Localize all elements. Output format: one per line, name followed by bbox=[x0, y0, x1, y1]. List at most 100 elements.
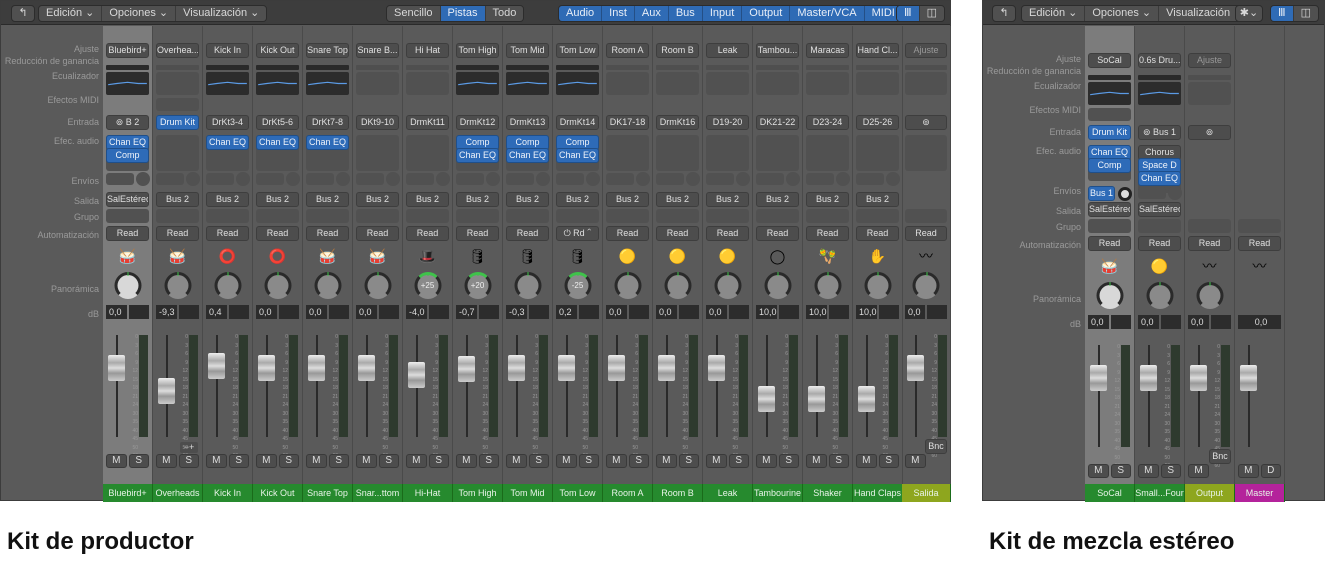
pan-knob[interactable] bbox=[864, 272, 891, 299]
automation-mode[interactable]: Read bbox=[606, 226, 649, 241]
solo-button[interactable]: S bbox=[378, 454, 399, 468]
back-button[interactable]: ↰ bbox=[992, 5, 1016, 22]
automation-mode[interactable]: Read bbox=[856, 226, 899, 241]
fader-cap[interactable] bbox=[658, 354, 675, 381]
solo-button[interactable]: S bbox=[328, 454, 349, 468]
volume-fader[interactable]: 03691215182124303540455060 bbox=[853, 333, 902, 459]
track-name[interactable]: Tom Mid bbox=[503, 484, 553, 502]
input-slot[interactable]: ⊚ B 2 bbox=[106, 115, 149, 130]
group-slot[interactable] bbox=[706, 209, 749, 223]
group-slot[interactable] bbox=[156, 209, 199, 223]
send-knob[interactable] bbox=[486, 172, 500, 186]
send-knob[interactable] bbox=[286, 172, 300, 186]
audio-fx-slot[interactable]: Chan EQ bbox=[206, 135, 249, 150]
view-mode-0[interactable]: Sencillo bbox=[387, 6, 441, 21]
eq-display[interactable] bbox=[306, 72, 349, 95]
mute-button[interactable]: M bbox=[856, 454, 877, 468]
track-name[interactable]: Small...Four bbox=[1135, 484, 1185, 502]
midi-fx-slot[interactable] bbox=[156, 98, 199, 111]
group-slot[interactable] bbox=[856, 209, 899, 223]
eq-display[interactable] bbox=[856, 72, 899, 95]
fader-cap[interactable] bbox=[907, 354, 924, 381]
fader-cap[interactable] bbox=[608, 354, 625, 381]
send-knob[interactable] bbox=[586, 172, 600, 186]
solo-button[interactable]: S bbox=[578, 454, 599, 468]
pan-knob[interactable] bbox=[814, 272, 841, 299]
mute-button[interactable]: M bbox=[256, 454, 277, 468]
eq-display[interactable] bbox=[606, 72, 649, 95]
audio-fx-slot[interactable]: Chan EQ bbox=[306, 135, 349, 150]
volume-fader[interactable]: 03691215182124303540455060 bbox=[1135, 343, 1184, 469]
setting-slot[interactable]: Ajuste bbox=[905, 43, 947, 58]
input-slot[interactable]: ⊚ bbox=[1188, 125, 1231, 140]
input-slot[interactable]: ⊚ bbox=[905, 115, 947, 130]
narrow-layout-icon[interactable]: ◫ bbox=[919, 6, 944, 21]
view-mode-2[interactable]: Todo bbox=[485, 6, 524, 21]
automation-mode[interactable]: Read bbox=[656, 226, 699, 241]
group-slot[interactable] bbox=[806, 209, 849, 223]
track-name[interactable]: Hi-Hat bbox=[403, 484, 453, 502]
group-slot[interactable] bbox=[106, 209, 149, 223]
pan-knob[interactable] bbox=[1196, 282, 1223, 309]
output-slot[interactable]: Bus 2 bbox=[406, 192, 449, 207]
send-knob[interactable] bbox=[136, 172, 150, 186]
volume-fader[interactable]: 03691215182124303540455060 bbox=[453, 333, 502, 459]
automation-mode[interactable]: Read bbox=[905, 226, 947, 241]
send-knob[interactable] bbox=[886, 172, 900, 186]
eq-display[interactable] bbox=[556, 72, 599, 95]
eq-display[interactable] bbox=[506, 72, 549, 95]
pan-knob[interactable] bbox=[214, 272, 241, 299]
filter-input[interactable]: Input bbox=[702, 6, 743, 21]
wide-layout-icon[interactable]: Ⅲ bbox=[897, 6, 920, 21]
group-slot[interactable] bbox=[306, 209, 349, 223]
back-button[interactable]: ↰ bbox=[11, 5, 35, 22]
setting-slot[interactable]: Tom Low bbox=[556, 43, 599, 58]
send-slot[interactable] bbox=[1138, 187, 1166, 199]
output-slot[interactable]: SalEstéreo bbox=[106, 192, 149, 207]
volume-fader[interactable]: 03691215182124303540455060 bbox=[653, 333, 702, 459]
send-slot[interactable] bbox=[556, 173, 584, 185]
setting-slot[interactable]: Tambou... bbox=[756, 43, 799, 58]
fader-cap[interactable] bbox=[558, 354, 575, 381]
send-slot[interactable] bbox=[456, 173, 484, 185]
mute-button[interactable]: M bbox=[356, 454, 377, 468]
solo-button[interactable]: S bbox=[678, 454, 699, 468]
output-slot[interactable]: Bus 2 bbox=[656, 192, 699, 207]
setting-slot[interactable]: Hand Cl... bbox=[856, 43, 899, 58]
solo-button[interactable]: S bbox=[428, 454, 449, 468]
automation-mode[interactable]: Read bbox=[806, 226, 849, 241]
audio-fx-slot[interactable]: Chan EQ bbox=[456, 148, 499, 163]
mute-button[interactable]: M bbox=[306, 454, 327, 468]
volume-fader[interactable]: 03691215182124303540455060 bbox=[1085, 343, 1134, 469]
send-knob[interactable] bbox=[786, 172, 800, 186]
send-slot[interactable] bbox=[356, 173, 384, 185]
track-name[interactable]: Tambourine bbox=[753, 484, 803, 502]
pan-knob[interactable] bbox=[912, 272, 940, 299]
group-slot[interactable] bbox=[206, 209, 249, 223]
mute-button[interactable]: M bbox=[1138, 464, 1159, 478]
track-name[interactable]: Snare Top bbox=[303, 484, 353, 502]
bounce-button[interactable]: Bnc bbox=[925, 439, 947, 454]
send-slot[interactable] bbox=[406, 173, 434, 185]
pan-knob[interactable] bbox=[514, 272, 541, 299]
volume-fader[interactable]: 03691215182124303540455060 bbox=[803, 333, 852, 459]
track-name[interactable]: Overheads bbox=[153, 484, 203, 502]
solo-button[interactable]: S bbox=[628, 454, 649, 468]
filter-master-vca[interactable]: Master/VCA bbox=[790, 6, 865, 21]
send-knob[interactable] bbox=[1168, 186, 1182, 200]
fader-cap[interactable] bbox=[508, 355, 525, 382]
send-knob[interactable] bbox=[836, 172, 850, 186]
eq-display[interactable] bbox=[456, 72, 499, 95]
send-slot[interactable] bbox=[156, 173, 184, 185]
menu-2[interactable]: Visualización ⌄ bbox=[176, 6, 267, 21]
group-slot[interactable] bbox=[656, 209, 699, 223]
input-slot[interactable]: DK21-22 bbox=[756, 115, 799, 130]
pan-knob[interactable]: -25 bbox=[564, 272, 591, 299]
setting-slot[interactable]: Snare Top bbox=[306, 43, 349, 58]
settings-button[interactable]: ✱⌄ bbox=[1235, 5, 1263, 22]
send-slot[interactable] bbox=[706, 173, 734, 185]
track-name[interactable]: Hand Claps bbox=[853, 484, 903, 502]
send-slot[interactable] bbox=[206, 173, 234, 185]
mute-button[interactable]: M bbox=[1188, 464, 1209, 478]
volume-fader[interactable]: 03691215182124303540455060 bbox=[703, 333, 752, 459]
